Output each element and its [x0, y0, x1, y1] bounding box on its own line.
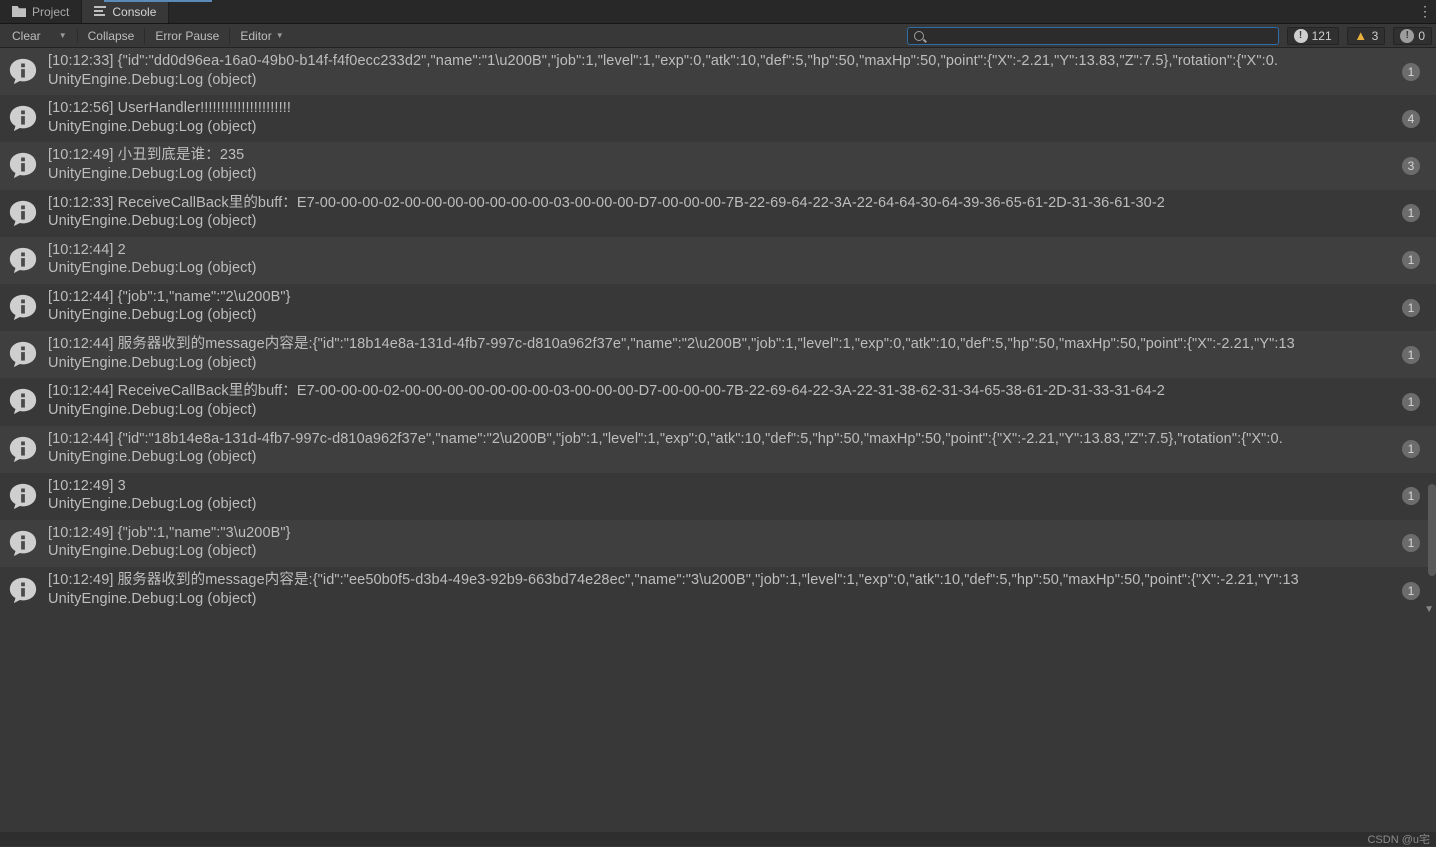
log-row[interactable]: [10:12:33] {"id":"dd0d96ea-16a0-49b0-b14…	[0, 48, 1436, 95]
tab-console-label: Console	[112, 5, 156, 19]
log-info-icon	[6, 526, 40, 560]
info-count-toggle[interactable]: ! 121	[1287, 27, 1339, 45]
log-info-icon	[6, 196, 40, 230]
log-message: [10:12:56] UserHandler!!!!!!!!!!!!!!!!!!…	[48, 99, 291, 136]
log-message: [10:12:49] {"job":1,"name":"3\u200B"}Uni…	[48, 524, 291, 561]
editor-dropdown[interactable]: Editor ▼	[232, 27, 291, 45]
log-info-icon	[6, 243, 40, 277]
console-toolbar: Clear ▼ Collapse Error Pause Editor ▼ ! …	[0, 24, 1436, 48]
log-count-badge: 1	[1402, 582, 1420, 600]
clear-label: Clear	[12, 29, 41, 43]
search-icon	[914, 31, 924, 41]
log-count-badge: 1	[1402, 440, 1420, 458]
log-message: [10:12:49] 3UnityEngine.Debug:Log (objec…	[48, 477, 257, 514]
log-count-badge: 1	[1402, 487, 1420, 505]
error-count: 0	[1418, 29, 1425, 43]
chevron-down-icon: ▼	[276, 31, 284, 40]
log-count-badge: 1	[1402, 63, 1420, 81]
warning-icon: ▲	[1354, 29, 1368, 43]
log-count-badge: 1	[1402, 204, 1420, 222]
warn-count: 3	[1372, 29, 1379, 43]
panel-tabs: Project Console ⋮	[0, 0, 1436, 24]
log-info-icon	[6, 54, 40, 88]
clear-button[interactable]: Clear	[4, 27, 49, 45]
log-message: [10:12:33] {"id":"dd0d96ea-16a0-49b0-b14…	[48, 52, 1278, 89]
log-count-badge: 1	[1402, 251, 1420, 269]
log-count-badge: 4	[1402, 110, 1420, 128]
scroll-thumb[interactable]	[1428, 484, 1436, 576]
search-input[interactable]	[929, 30, 1272, 42]
log-row[interactable]: [10:12:44] 2UnityEngine.Debug:Log (objec…	[0, 237, 1436, 284]
tab-project-label: Project	[32, 5, 69, 19]
panel-menu-kebab[interactable]: ⋮	[1414, 0, 1436, 23]
log-row[interactable]: [10:12:56] UserHandler!!!!!!!!!!!!!!!!!!…	[0, 95, 1436, 142]
log-count-badge: 1	[1402, 299, 1420, 317]
log-row[interactable]: [10:12:44] {"job":1,"name":"2\u200B"}Uni…	[0, 284, 1436, 331]
clear-dropdown[interactable]: ▼	[51, 29, 78, 42]
tab-active-highlight	[104, 0, 212, 2]
log-count-badge: 1	[1402, 534, 1420, 552]
watermark-footer: CSDN @u宅	[0, 832, 1436, 846]
log-info-icon	[6, 384, 40, 418]
log-info-icon	[6, 432, 40, 466]
folder-icon	[12, 6, 26, 17]
log-info-icon	[6, 479, 40, 513]
editor-label: Editor	[240, 29, 271, 43]
console-log-list: ▲ [10:12:33] {"id":"dd0d96ea-16a0-49b0-b…	[0, 48, 1436, 832]
log-count-badge: 1	[1402, 346, 1420, 364]
tab-console[interactable]: Console	[82, 0, 169, 23]
log-message: [10:12:44] {"id":"18b14e8a-131d-4fb7-997…	[48, 430, 1283, 467]
log-info-icon	[6, 101, 40, 135]
log-row[interactable]: [10:12:49] 3UnityEngine.Debug:Log (objec…	[0, 473, 1436, 520]
info-count: 121	[1312, 29, 1332, 43]
error-pause-button[interactable]: Error Pause	[147, 27, 230, 45]
log-row[interactable]: [10:12:49] {"job":1,"name":"3\u200B"}Uni…	[0, 520, 1436, 567]
log-info-icon	[6, 148, 40, 182]
log-message: [10:12:44] 2UnityEngine.Debug:Log (objec…	[48, 241, 257, 278]
log-message: [10:12:49] 服务器收到的message内容是:{"id":"ee50b…	[48, 571, 1299, 608]
watermark-text: CSDN @u宅	[1367, 831, 1430, 847]
log-row[interactable]: [10:12:44] ReceiveCallBack里的buff：E7-00-0…	[0, 378, 1436, 425]
log-message: [10:12:33] ReceiveCallBack里的buff：E7-00-0…	[48, 194, 1165, 231]
error-icon: !	[1400, 29, 1414, 43]
log-info-icon	[6, 573, 40, 607]
console-icon	[94, 6, 106, 18]
error-count-toggle[interactable]: ! 0	[1393, 27, 1432, 45]
log-message: [10:12:49] 小丑到底是谁：235UnityEngine.Debug:L…	[48, 146, 257, 183]
log-row[interactable]: [10:12:49] 服务器收到的message内容是:{"id":"ee50b…	[0, 567, 1436, 614]
console-search[interactable]	[907, 27, 1279, 45]
log-message: [10:12:44] ReceiveCallBack里的buff：E7-00-0…	[48, 382, 1165, 419]
vertical-scrollbar[interactable]	[1427, 48, 1436, 832]
log-row[interactable]: [10:12:44] {"id":"18b14e8a-131d-4fb7-997…	[0, 426, 1436, 473]
log-count-badge: 3	[1402, 157, 1420, 175]
log-count-badge: 1	[1402, 393, 1420, 411]
warn-count-toggle[interactable]: ▲ 3	[1347, 27, 1386, 45]
chevron-down-icon: ▼	[59, 31, 67, 40]
collapse-label: Collapse	[88, 29, 135, 43]
log-message: [10:12:44] 服务器收到的message内容是:{"id":"18b14…	[48, 335, 1295, 372]
log-row[interactable]: [10:12:33] ReceiveCallBack里的buff：E7-00-0…	[0, 190, 1436, 237]
log-row[interactable]: [10:12:44] 服务器收到的message内容是:{"id":"18b14…	[0, 331, 1436, 378]
log-info-icon	[6, 337, 40, 371]
error-pause-label: Error Pause	[155, 29, 219, 43]
log-info-icon	[6, 290, 40, 324]
tab-project[interactable]: Project	[0, 0, 82, 23]
info-icon: !	[1294, 29, 1308, 43]
log-message: [10:12:44] {"job":1,"name":"2\u200B"}Uni…	[48, 288, 291, 325]
collapse-button[interactable]: Collapse	[80, 27, 146, 45]
log-row[interactable]: [10:12:49] 小丑到底是谁：235UnityEngine.Debug:L…	[0, 142, 1436, 189]
